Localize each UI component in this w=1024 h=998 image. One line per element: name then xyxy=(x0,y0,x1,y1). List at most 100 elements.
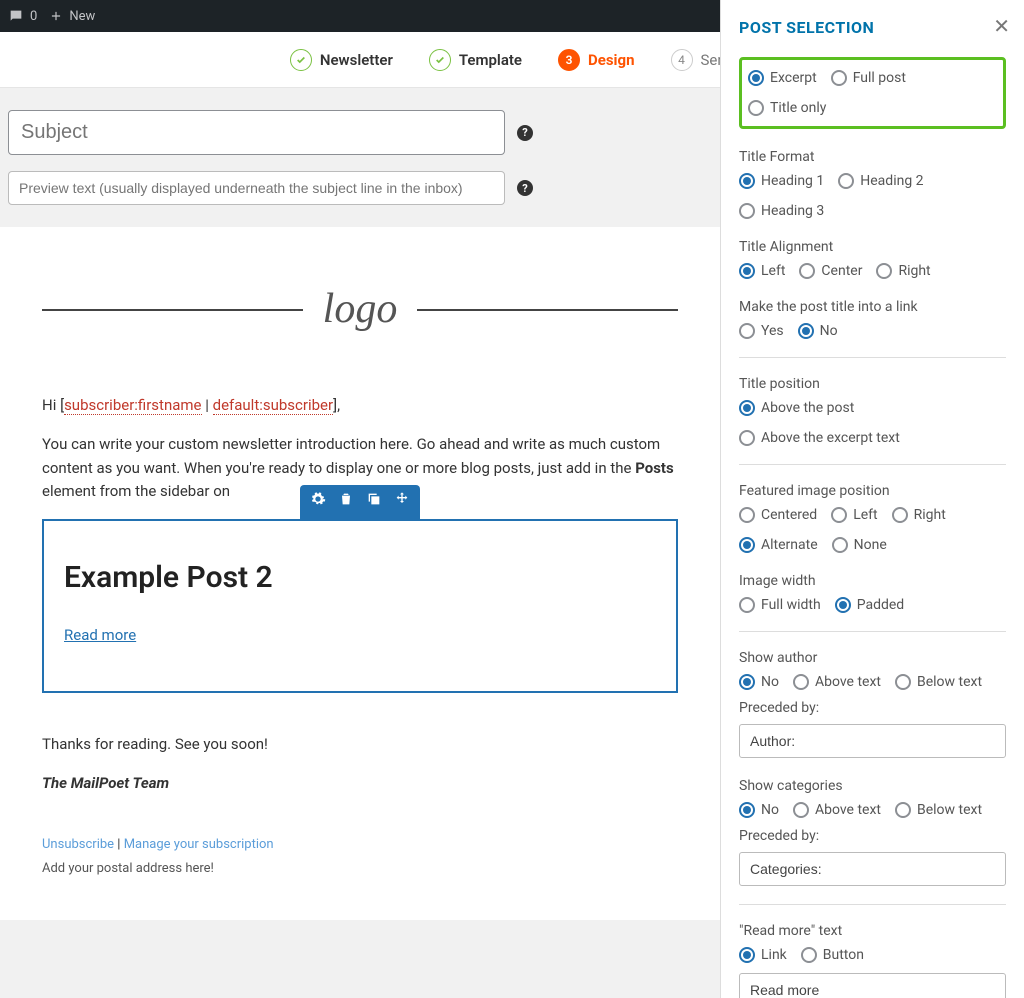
radio-right[interactable]: Right xyxy=(876,263,930,279)
radio-alternate[interactable]: Alternate xyxy=(739,537,818,553)
comments-button[interactable]: 0 xyxy=(8,8,37,24)
read-more-link[interactable]: Read more xyxy=(64,626,136,644)
title-link-label: Make the post title into a link xyxy=(739,299,1006,315)
radio-label: Heading 3 xyxy=(761,203,824,219)
subject-help-icon[interactable]: ? xyxy=(517,125,533,141)
thanks-text[interactable]: Thanks for reading. See you soon! xyxy=(42,733,678,756)
subject-input[interactable] xyxy=(8,110,505,155)
radio-yes[interactable]: Yes xyxy=(739,323,784,339)
radio-center[interactable]: Center xyxy=(799,263,862,279)
radio-label: Right xyxy=(898,263,930,279)
preview-help-icon[interactable]: ? xyxy=(517,180,533,196)
radio-full-width[interactable]: Full width xyxy=(739,597,821,613)
move-icon[interactable] xyxy=(394,491,410,514)
trash-icon[interactable] xyxy=(338,491,354,514)
radio-centered[interactable]: Centered xyxy=(739,507,817,523)
radio-dot-icon xyxy=(739,400,755,416)
radio-below-text[interactable]: Below text xyxy=(895,802,982,818)
radio-label: Above the excerpt text xyxy=(761,430,900,446)
radio-left[interactable]: Left xyxy=(831,507,877,523)
radio-dot-icon xyxy=(739,323,755,339)
radio-label: Alternate xyxy=(761,537,818,553)
radio-heading-2[interactable]: Heading 2 xyxy=(838,173,923,189)
radio-dot-icon xyxy=(798,323,814,339)
radio-no[interactable]: No xyxy=(739,674,779,690)
intro-bold: Posts xyxy=(635,459,674,477)
categories-preceded-input[interactable] xyxy=(739,852,1006,886)
radio-label: Below text xyxy=(917,674,982,690)
radio-title-only[interactable]: Title only xyxy=(748,100,826,116)
radio-label: Left xyxy=(853,507,877,523)
radio-excerpt[interactable]: Excerpt xyxy=(748,70,817,86)
step-template[interactable]: Template xyxy=(429,49,522,71)
radio-label: Center xyxy=(821,263,862,279)
author-preceded-input[interactable] xyxy=(739,724,1006,758)
radio-no[interactable]: No xyxy=(739,802,779,818)
radio-label: Above text xyxy=(815,674,881,690)
radio-dot-icon xyxy=(831,507,847,523)
show-author-label: Show author xyxy=(739,650,1006,666)
radio-dot-icon xyxy=(739,263,755,279)
radio-heading-3[interactable]: Heading 3 xyxy=(739,203,824,219)
post-block[interactable]: Example Post 2 Read more xyxy=(42,519,678,693)
radio-link[interactable]: Link xyxy=(739,947,787,963)
readmore-input[interactable] xyxy=(739,973,1006,998)
radio-dot-icon xyxy=(831,70,847,86)
duplicate-icon[interactable] xyxy=(366,491,382,514)
panel-title: POST SELECTION xyxy=(739,18,1006,37)
categories-preceded-label: Preceded by: xyxy=(739,828,1006,844)
radio-left[interactable]: Left xyxy=(739,263,785,279)
radio-above-the-post[interactable]: Above the post xyxy=(739,400,854,416)
radio-button[interactable]: Button xyxy=(801,947,864,963)
preview-text-input[interactable] xyxy=(8,171,505,205)
comments-icon xyxy=(8,8,24,24)
step-number: 3 xyxy=(558,49,580,71)
new-button[interactable]: New xyxy=(49,9,95,24)
radio-label: No xyxy=(820,323,838,339)
radio-none[interactable]: None xyxy=(832,537,887,553)
signature-text[interactable]: The MailPoet Team xyxy=(42,772,678,795)
close-icon[interactable]: ✕ xyxy=(993,14,1010,38)
radio-right[interactable]: Right xyxy=(892,507,946,523)
content-type-radios: Excerpt Full post Title only xyxy=(748,70,997,116)
radio-no[interactable]: No xyxy=(798,323,838,339)
step-number xyxy=(290,49,312,71)
readmore-radios: Link Button xyxy=(739,947,1006,963)
radio-full-post[interactable]: Full post xyxy=(831,70,906,86)
title-alignment-label: Title Alignment xyxy=(739,239,1006,255)
radio-dot-icon xyxy=(838,173,854,189)
comments-count: 0 xyxy=(30,9,37,24)
step-label: Newsletter xyxy=(320,51,393,69)
radio-label: Centered xyxy=(761,507,817,523)
postal-address-text[interactable]: Add your postal address here! xyxy=(42,859,678,879)
logo-text: logo xyxy=(323,277,398,342)
unsubscribe-link[interactable]: Unsubscribe xyxy=(42,837,114,852)
radio-dot-icon xyxy=(748,70,764,86)
radio-dot-icon xyxy=(801,947,817,963)
radio-padded[interactable]: Padded xyxy=(835,597,904,613)
radio-dot-icon xyxy=(835,597,851,613)
step-design[interactable]: 3Design xyxy=(558,49,635,71)
radio-above-the-excerpt-text[interactable]: Above the excerpt text xyxy=(739,430,900,446)
manage-subscription-link[interactable]: Manage your subscription xyxy=(124,837,274,852)
radio-label: Link xyxy=(761,947,787,963)
radio-above-text[interactable]: Above text xyxy=(793,674,881,690)
greeting-suffix: ], xyxy=(333,396,340,414)
radio-dot-icon xyxy=(739,537,755,553)
radio-dot-icon xyxy=(739,430,755,446)
radio-label: None xyxy=(854,537,887,553)
step-newsletter[interactable]: Newsletter xyxy=(290,49,393,71)
author-preceded-label: Preceded by: xyxy=(739,700,1006,716)
radio-dot-icon xyxy=(739,173,755,189)
radio-above-text[interactable]: Above text xyxy=(793,802,881,818)
greeting-text[interactable]: Hi [subscriber:firstname | default:subsc… xyxy=(42,394,678,417)
radio-dot-icon xyxy=(739,597,755,613)
greeting-prefix: Hi xyxy=(42,396,60,414)
radio-dot-icon xyxy=(793,674,809,690)
radio-heading-1[interactable]: Heading 1 xyxy=(739,173,824,189)
step-number: 4 xyxy=(671,49,693,71)
radio-below-text[interactable]: Below text xyxy=(895,674,982,690)
gear-icon[interactable] xyxy=(310,491,326,514)
title-format-label: Title Format xyxy=(739,149,1006,165)
footer-sep: | xyxy=(114,837,124,852)
